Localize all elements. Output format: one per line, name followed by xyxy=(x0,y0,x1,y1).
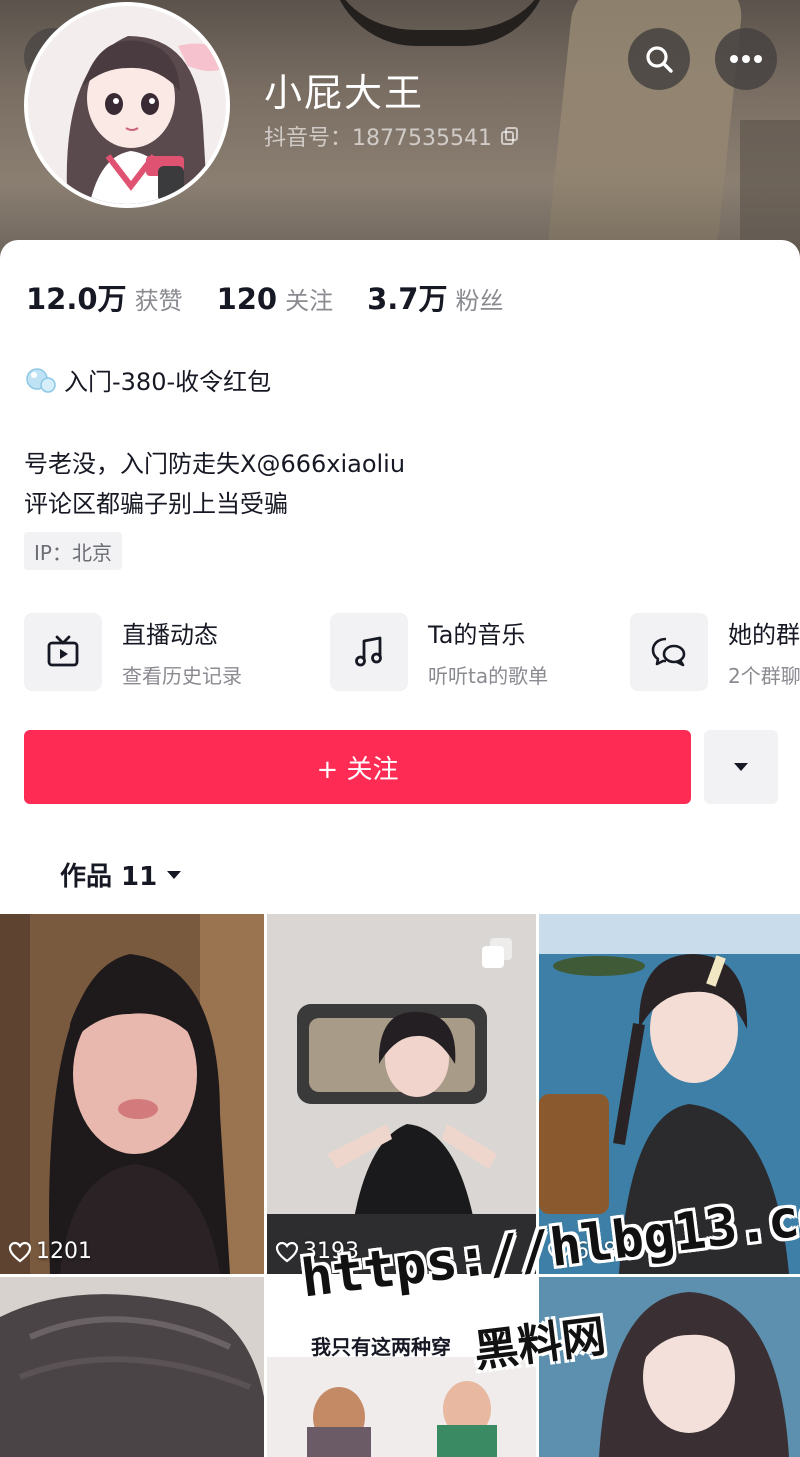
feature-texts: Ta的音乐 听听ta的歌单 xyxy=(428,615,548,689)
feature-texts: 她的群 2个群聊 xyxy=(728,615,800,689)
stat-following[interactable]: 120 关注 xyxy=(217,281,334,316)
feature-title: 直播动态 xyxy=(122,621,218,649)
multi-image-icon xyxy=(482,938,512,968)
ip-location-tag: IP：北京 xyxy=(24,532,122,570)
feature-title: Ta的音乐 xyxy=(428,621,526,649)
heart-outline-icon xyxy=(8,1241,32,1262)
chat-bubbles-icon xyxy=(651,637,686,667)
stat-label: 获赞 xyxy=(134,287,183,315)
stats-row: 12.0万 获赞 120 关注 3.7万 粉丝 xyxy=(26,276,537,318)
tab-works-label: 作品 11 xyxy=(60,862,158,892)
feature-title: 她的群 xyxy=(728,621,800,649)
caret-down-icon xyxy=(734,763,748,771)
douyin-id-text: 抖音号：1877535541 xyxy=(264,126,492,151)
follow-button[interactable]: + 关注 xyxy=(24,730,691,804)
nickname: 小屁大王 xyxy=(264,71,425,115)
stat-followers[interactable]: 3.7万 粉丝 xyxy=(367,276,503,318)
douyin-id[interactable]: 抖音号：1877535541 xyxy=(264,120,520,152)
heart-outline-icon xyxy=(275,1241,299,1262)
video-grid: 1201 3193 6787 我只有这两种穿 xyxy=(0,914,800,1457)
profile-header: 小屁大王 抖音号：1877535541 xyxy=(0,0,800,260)
feature-live-history[interactable]: 直播动态 查看历史记录 xyxy=(24,612,242,692)
stat-label: 关注 xyxy=(285,287,334,315)
feature-groups[interactable]: 她的群 2个群聊 xyxy=(630,612,800,692)
video-thumbnail[interactable]: 3193 xyxy=(267,914,536,1274)
bio-line: 号老没，入门防走失X@666xiaoliu xyxy=(24,450,406,478)
stat-value: 120 xyxy=(216,282,278,316)
feature-icon-box xyxy=(330,613,408,691)
tagline-text: 入门-380-收令红包 xyxy=(64,368,272,396)
feature-subtitle: 听听ta的歌单 xyxy=(428,664,549,688)
feature-subtitle: 2个群聊 xyxy=(728,664,800,688)
recommend-dropdown-button[interactable] xyxy=(704,730,778,804)
feature-texts: 直播动态 查看历史记录 xyxy=(122,615,242,689)
follow-button-label: + 关注 xyxy=(316,754,399,785)
video-thumbnail[interactable]: 1201 xyxy=(0,914,264,1274)
avatar[interactable] xyxy=(24,2,230,208)
bio-line: 评论区都骗子别上当受骗 xyxy=(24,490,288,518)
feature-subtitle: 查看历史记录 xyxy=(122,664,242,688)
header-background-shape xyxy=(740,120,800,260)
video-cover-image xyxy=(0,1277,264,1457)
header-background-shape xyxy=(330,0,550,46)
more-options-button[interactable] xyxy=(715,28,777,90)
search-button[interactable] xyxy=(628,28,690,90)
copy-icon[interactable] xyxy=(500,126,520,146)
search-icon xyxy=(646,46,673,73)
caret-down-icon xyxy=(167,870,182,879)
video-likes: 1201 xyxy=(8,1239,92,1264)
feature-music[interactable]: Ta的音乐 听听ta的歌单 xyxy=(330,612,548,692)
video-cover-image xyxy=(0,914,264,1274)
feature-shortcuts: 直播动态 查看历史记录 Ta的音乐 听听ta的歌单 她的群 2个群聊 xyxy=(24,612,800,692)
tab-works[interactable]: 作品 11 xyxy=(60,856,183,893)
stat-likes: 12.0万 获赞 xyxy=(26,276,183,318)
stat-label: 粉丝 xyxy=(455,287,504,315)
feature-icon-box xyxy=(24,613,102,691)
video-likes-count: 1201 xyxy=(36,1239,92,1264)
feature-icon-box xyxy=(630,613,708,691)
stat-value: 3.7万 xyxy=(367,282,448,316)
avatar-illustration xyxy=(28,6,226,204)
tagline: 入门-380-收令红包 xyxy=(24,362,271,397)
video-thumbnail[interactable] xyxy=(0,1277,264,1457)
video-caption: 我只有这两种穿 xyxy=(311,1335,451,1359)
music-note-icon xyxy=(355,636,382,667)
bio: 号老没，入门防走失X@666xiaoliu 评论区都骗子别上当受骗 xyxy=(24,444,405,524)
tv-icon xyxy=(47,635,79,667)
more-dots-icon xyxy=(730,55,762,63)
bubbles-emoji-icon xyxy=(26,367,56,393)
stat-value: 12.0万 xyxy=(26,282,127,316)
